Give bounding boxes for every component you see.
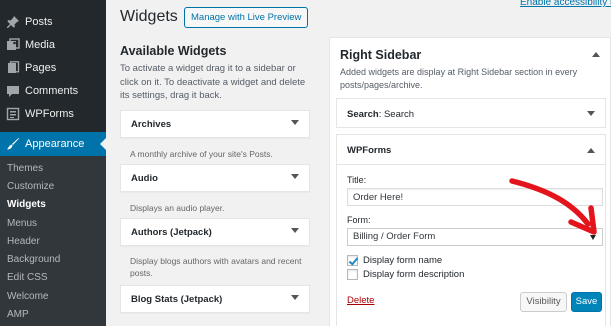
submenu-item-amp[interactable]: AMP: [7, 309, 29, 320]
submenu-item-themes[interactable]: Themes: [7, 163, 43, 174]
toggle-arrow-icon[interactable]: [291, 228, 299, 233]
widget-description: Displays an audio player.: [130, 203, 225, 213]
widget-archives[interactable]: Archives: [120, 110, 310, 138]
menu-item-media[interactable]: Media: [0, 34, 106, 56]
menu-item-posts[interactable]: Posts: [0, 11, 106, 33]
display-form-description-checkbox[interactable]: [347, 269, 358, 280]
widget-title: Search: Search: [347, 109, 415, 120]
toggle-arrow-icon[interactable]: [587, 111, 595, 116]
submenu-item-customize[interactable]: Customize: [7, 181, 54, 192]
widget-blog-stats-jetpack[interactable]: Blog Stats (Jetpack): [120, 285, 310, 313]
widget-title: Blog Stats (Jetpack): [131, 294, 223, 305]
menu-item-label: Posts: [25, 16, 53, 28]
appearance-submenu: Themes Customize Widgets Menus Header Ba…: [0, 156, 106, 326]
page-title: Widgets: [120, 8, 178, 25]
wpforms-widget-header[interactable]: WPForms: [337, 135, 605, 165]
menu-item-label: Appearance: [25, 138, 85, 150]
accessibility-mode-link[interactable]: Enable accessibility mode: [520, 0, 611, 8]
admin-sidebar: Posts Media Pages Comments WPForms Appea…: [0, 0, 106, 326]
manage-live-preview-button[interactable]: Manage with Live Preview: [184, 7, 309, 28]
visibility-button[interactable]: Visibility: [520, 292, 567, 312]
current-menu-arrow: [100, 138, 106, 150]
toggle-arrow-icon[interactable]: [291, 295, 299, 300]
menu-item-appearance[interactable]: Appearance: [0, 132, 106, 156]
display-form-name-option[interactable]: Display form name: [347, 255, 442, 266]
form-select[interactable]: Billing / Order Form: [347, 228, 603, 246]
submenu-item-header[interactable]: Header: [7, 236, 40, 247]
widget-audio[interactable]: Audio: [120, 164, 310, 192]
available-widgets-description: To activate a widget drag it to a sideba…: [120, 63, 306, 101]
display-form-name-checkbox[interactable]: [347, 255, 358, 266]
checkbox-label: Display form description: [363, 269, 465, 280]
submenu-item-background[interactable]: Background: [7, 254, 60, 265]
widget-description: Display blogs authors with avatars and r…: [130, 256, 302, 278]
pages-icon: [6, 61, 20, 75]
toggle-arrow-icon[interactable]: [291, 174, 299, 179]
submenu-item-welcome[interactable]: Welcome: [7, 291, 49, 302]
form-select-value: Billing / Order Form: [353, 231, 436, 242]
widget-title: Authors (Jetpack): [131, 227, 212, 238]
menu-item-wpforms[interactable]: WPForms: [0, 103, 106, 125]
widget-search[interactable]: Search: Search: [336, 98, 606, 128]
paintbrush-icon: [6, 137, 20, 151]
right-sidebar-description: Added widgets are display at Right Sideb…: [340, 67, 578, 90]
title-field-label: Title:: [347, 175, 367, 185]
widget-authors-jetpack[interactable]: Authors (Jetpack): [120, 218, 310, 246]
toggle-arrow-icon[interactable]: [291, 120, 299, 125]
collapse-arrow-icon[interactable]: [592, 52, 600, 57]
widget-title: Archives: [131, 119, 172, 130]
submenu-item-menus[interactable]: Menus: [7, 218, 37, 229]
submenu-item-widgets[interactable]: Widgets: [7, 199, 46, 210]
form-field-label: Form:: [347, 215, 371, 225]
menu-item-label: WPForms: [25, 108, 74, 120]
right-sidebar-title: Right Sidebar: [340, 48, 422, 62]
menu-item-label: Pages: [25, 62, 57, 74]
menu-item-label: Comments: [25, 85, 79, 97]
comment-icon: [6, 84, 20, 98]
menu-item-pages[interactable]: Pages: [0, 57, 106, 79]
widget-title: Audio: [131, 173, 158, 184]
widget-description: A monthly archive of your site's Posts.: [130, 149, 273, 159]
dropdown-caret-icon: [590, 235, 596, 240]
menu-item-label: Media: [25, 39, 55, 51]
widget-title: WPForms: [347, 145, 392, 156]
right-sidebar-panel: Right Sidebar Added widgets are display …: [329, 37, 611, 326]
media-icon: [6, 38, 20, 52]
collapse-arrow-icon[interactable]: [587, 148, 595, 153]
delete-link[interactable]: Delete: [347, 295, 374, 306]
pushpin-icon: [6, 15, 20, 29]
wpforms-icon: [6, 107, 20, 121]
widget-wpforms: WPForms Title: Form: Billing / Order For…: [336, 134, 606, 326]
title-input[interactable]: [347, 188, 603, 206]
available-widgets-heading: Available Widgets: [120, 44, 227, 58]
checkbox-label: Display form name: [363, 255, 443, 266]
submenu-item-edit-css[interactable]: Edit CSS: [7, 272, 48, 283]
save-button[interactable]: Save: [571, 292, 602, 312]
menu-item-comments[interactable]: Comments: [0, 80, 106, 102]
display-form-description-option[interactable]: Display form description: [347, 269, 464, 280]
